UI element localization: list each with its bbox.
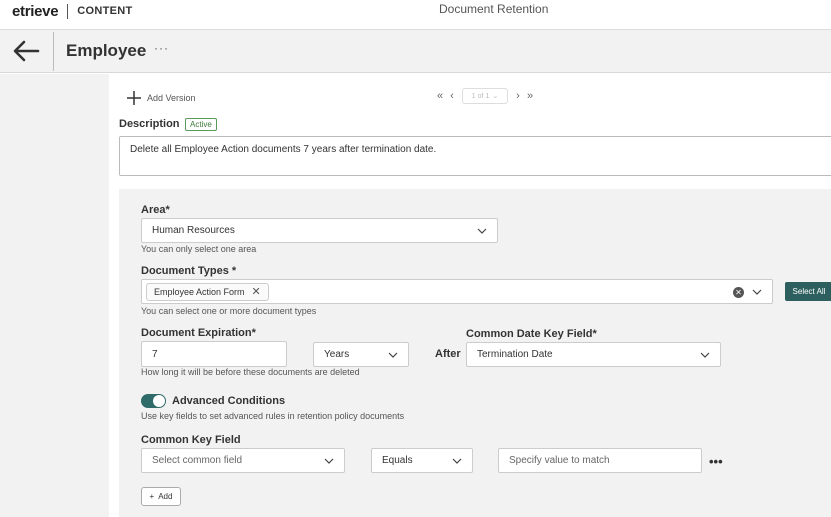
- after-label: After: [435, 348, 461, 360]
- plus-icon: +: [149, 492, 155, 501]
- expiration-unit-value: Years: [324, 349, 350, 360]
- add-version-button[interactable]: Add Version: [127, 90, 196, 106]
- chevron-down-icon: ⌄: [492, 93, 499, 100]
- common-date-key-value: Termination Date: [477, 349, 553, 360]
- document-expiration-label: Document Expiration*: [141, 327, 256, 339]
- document-types-select[interactable]: Employee Action Form ✕ ✕: [141, 279, 773, 304]
- chevron-down-icon: [700, 352, 710, 358]
- match-value-placeholder: Specify value to match: [509, 455, 610, 466]
- common-date-key-label: Common Date Key Field*: [466, 328, 597, 340]
- add-label: Add: [158, 492, 173, 501]
- left-panel: [0, 74, 109, 517]
- area-value: Human Resources: [152, 225, 235, 236]
- chip-remove-icon[interactable]: ✕: [252, 285, 261, 298]
- common-date-key-select[interactable]: Termination Date: [466, 342, 721, 367]
- description-input[interactable]: Delete all Employee Action documents 7 y…: [119, 136, 831, 176]
- page-title: Employee: [66, 41, 147, 60]
- page-header: Employee ···: [0, 30, 831, 73]
- brand-divider: [67, 3, 69, 19]
- operator-select[interactable]: Equals: [371, 448, 473, 473]
- window-title: Document Retention: [439, 2, 549, 16]
- toggle-knob: [153, 395, 165, 407]
- expiration-unit-select[interactable]: Years: [313, 342, 409, 367]
- prev-page-icon[interactable]: ‹: [446, 90, 458, 102]
- chip-label: Employee Action Form: [154, 286, 245, 297]
- clear-icon[interactable]: ✕: [733, 287, 744, 298]
- expiration-value-input[interactable]: 7: [141, 341, 287, 367]
- area-hint: You can only select one area: [141, 244, 257, 254]
- chevron-down-icon: [324, 458, 334, 464]
- operator-value: Equals: [382, 455, 413, 466]
- chevron-down-icon: [388, 352, 398, 358]
- header-divider: [53, 32, 54, 71]
- module-name[interactable]: CONTENT: [77, 5, 132, 17]
- add-condition-button[interactable]: + Add: [141, 487, 181, 506]
- brand: etrieve CONTENT: [12, 0, 133, 22]
- advanced-conditions-toggle[interactable]: [141, 394, 166, 408]
- common-field-placeholder: Select common field: [152, 455, 243, 466]
- back-arrow-icon[interactable]: [12, 39, 40, 63]
- add-version-label: Add Version: [147, 93, 196, 103]
- first-page-icon[interactable]: «: [434, 90, 446, 102]
- more-options-icon[interactable]: •••: [709, 454, 723, 469]
- next-page-icon[interactable]: ›: [512, 90, 524, 102]
- area-label: Area*: [141, 204, 170, 216]
- expiration-hint: How long it will be before these documen…: [141, 367, 360, 377]
- plus-icon: [127, 91, 141, 105]
- document-type-chip: Employee Action Form ✕: [146, 282, 269, 301]
- chevron-down-icon: [477, 228, 487, 234]
- chevron-down-icon: [752, 289, 762, 295]
- chevron-down-icon: [452, 458, 462, 464]
- more-options-button[interactable]: ···: [154, 41, 169, 55]
- version-pager: « ‹ 1 of 1 ⌄ › »: [434, 87, 536, 105]
- common-field-select[interactable]: Select common field: [141, 448, 345, 473]
- status-badge: Active: [185, 118, 217, 131]
- common-key-field-label: Common Key Field: [141, 434, 241, 446]
- select-all-button[interactable]: Select All: [785, 282, 831, 301]
- advanced-conditions-label: Advanced Conditions: [172, 395, 286, 407]
- top-bar: etrieve CONTENT Document Retention: [0, 0, 831, 30]
- last-page-icon[interactable]: »: [524, 90, 536, 102]
- expiration-value: 7: [152, 348, 158, 360]
- app-logo[interactable]: etrieve: [12, 3, 59, 20]
- advanced-conditions-hint: Use key fields to set advanced rules in …: [141, 411, 405, 421]
- version-select[interactable]: 1 of 1 ⌄: [462, 88, 508, 104]
- document-types-hint: You can select one or more document type…: [141, 306, 317, 316]
- match-value-input[interactable]: Specify value to match: [498, 448, 702, 473]
- description-label: Description: [119, 118, 180, 130]
- document-types-label: Document Types *: [141, 265, 237, 277]
- area-select[interactable]: Human Resources: [141, 218, 498, 243]
- version-select-value: 1 of 1: [471, 92, 490, 100]
